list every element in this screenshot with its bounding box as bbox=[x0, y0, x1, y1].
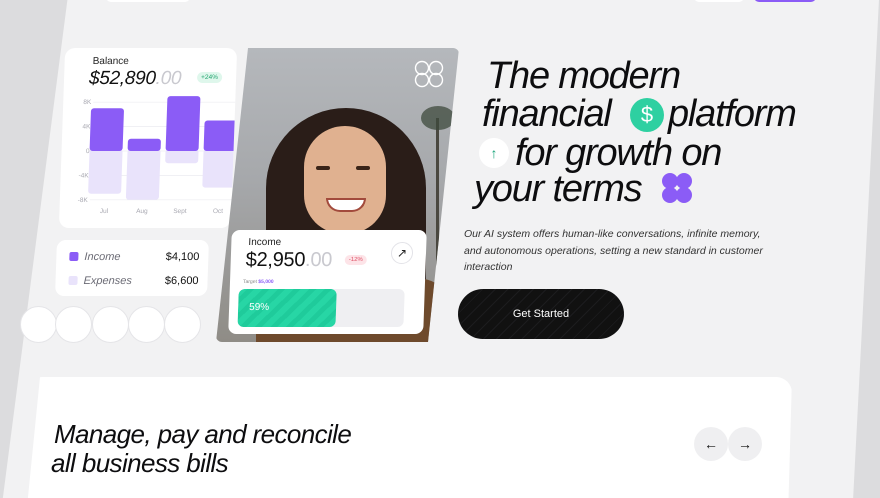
balance-label: Balance bbox=[92, 56, 130, 67]
income-change-badge: -12% bbox=[344, 255, 367, 265]
expense-bar bbox=[202, 149, 237, 188]
income-swatch bbox=[69, 252, 79, 261]
circle-5 bbox=[164, 306, 201, 343]
legend-expenses-label: Expenses bbox=[83, 275, 133, 287]
y-tick-label: 0 bbox=[86, 148, 90, 155]
x-tick-label: Aug bbox=[136, 208, 148, 215]
arrow-left-icon[interactable]: ← bbox=[694, 427, 728, 461]
arrow-right-icon[interactable]: → bbox=[728, 427, 762, 461]
bills-title-line-1: Manage, pay and reconcile bbox=[54, 419, 352, 449]
headline-line-1: The modern bbox=[487, 55, 681, 97]
circle-2 bbox=[55, 306, 92, 343]
headline-line-3: for growth on bbox=[515, 132, 722, 174]
circle-4 bbox=[128, 306, 165, 343]
expense-bar bbox=[88, 149, 123, 194]
dollar-icon: $ bbox=[630, 98, 664, 132]
y-tick-label: 4K bbox=[82, 124, 91, 131]
x-tick-label: Oct bbox=[213, 208, 224, 215]
income-bar bbox=[165, 96, 201, 151]
balance-change-badge: +24% bbox=[196, 72, 223, 83]
income-progress-fill: 59% bbox=[237, 289, 337, 327]
x-tick-label: Sept bbox=[173, 208, 187, 215]
arrow-up-right-icon[interactable]: ↗ bbox=[390, 242, 414, 264]
expense-bar bbox=[125, 149, 161, 200]
headline-line-2b: platform bbox=[668, 93, 797, 135]
hero-description: Our AI system offers human-like conversa… bbox=[464, 228, 763, 273]
portrait-face bbox=[304, 126, 386, 234]
expense-bar bbox=[165, 149, 199, 164]
y-tick-label: 8K bbox=[83, 99, 92, 106]
income-progress-bar: 59% bbox=[237, 289, 405, 327]
legend-income-label: Income bbox=[84, 251, 121, 263]
bills-title-line-2: all business bills bbox=[51, 448, 229, 478]
top-nav-pill[interactable] bbox=[106, 0, 190, 2]
x-tick-label: Jul bbox=[100, 208, 109, 215]
arrow-up-icon: ↑ bbox=[479, 138, 509, 168]
legend-income-value: $4,100 bbox=[165, 251, 200, 263]
palm-leaves-2 bbox=[421, 106, 455, 130]
income-label: Income bbox=[248, 237, 282, 248]
income-progress-text: 59% bbox=[248, 302, 270, 313]
legend-expenses-value: $6,600 bbox=[164, 275, 199, 287]
headline-line-4: your terms bbox=[474, 168, 643, 210]
income-bar bbox=[203, 120, 238, 151]
portrait-eye bbox=[356, 166, 370, 170]
income-bar bbox=[89, 108, 124, 151]
income-target: Target $5,000 bbox=[242, 279, 274, 285]
y-tick-label: -8K bbox=[78, 197, 89, 204]
income-amount: $2,950.00 bbox=[245, 249, 333, 271]
balance-amount: $52,890.00 bbox=[88, 68, 182, 89]
income-bar bbox=[127, 138, 161, 152]
income-card: Income $2,950.00 -12% ↗ Target $5,000 59… bbox=[228, 230, 427, 334]
income-expense-legend: Income $4,100 Expenses $6,600 bbox=[55, 240, 209, 296]
clover-icon bbox=[662, 173, 692, 203]
bills-section-title: Manage, pay and reconcile all business b… bbox=[51, 419, 352, 478]
circle-1 bbox=[20, 306, 57, 343]
clover-logo-icon bbox=[414, 60, 444, 88]
balance-card: 8K 4K 0 -4K -8K Jul Aug Sept Oct Balance $52,890… bbox=[58, 48, 238, 228]
circle-3 bbox=[92, 306, 129, 343]
expenses-swatch bbox=[68, 276, 78, 285]
portrait-eye bbox=[316, 166, 330, 170]
top-nav-cta[interactable] bbox=[754, 0, 816, 2]
legend-income-row: Income $4,100 bbox=[69, 251, 200, 263]
legend-expenses-row: Expenses $6,600 bbox=[68, 275, 199, 287]
get-started-button[interactable]: Get Started bbox=[458, 289, 624, 339]
headline-line-2a: financial bbox=[482, 93, 612, 135]
y-tick-label: -4K bbox=[78, 172, 89, 179]
top-nav-pill-right[interactable] bbox=[694, 0, 744, 2]
